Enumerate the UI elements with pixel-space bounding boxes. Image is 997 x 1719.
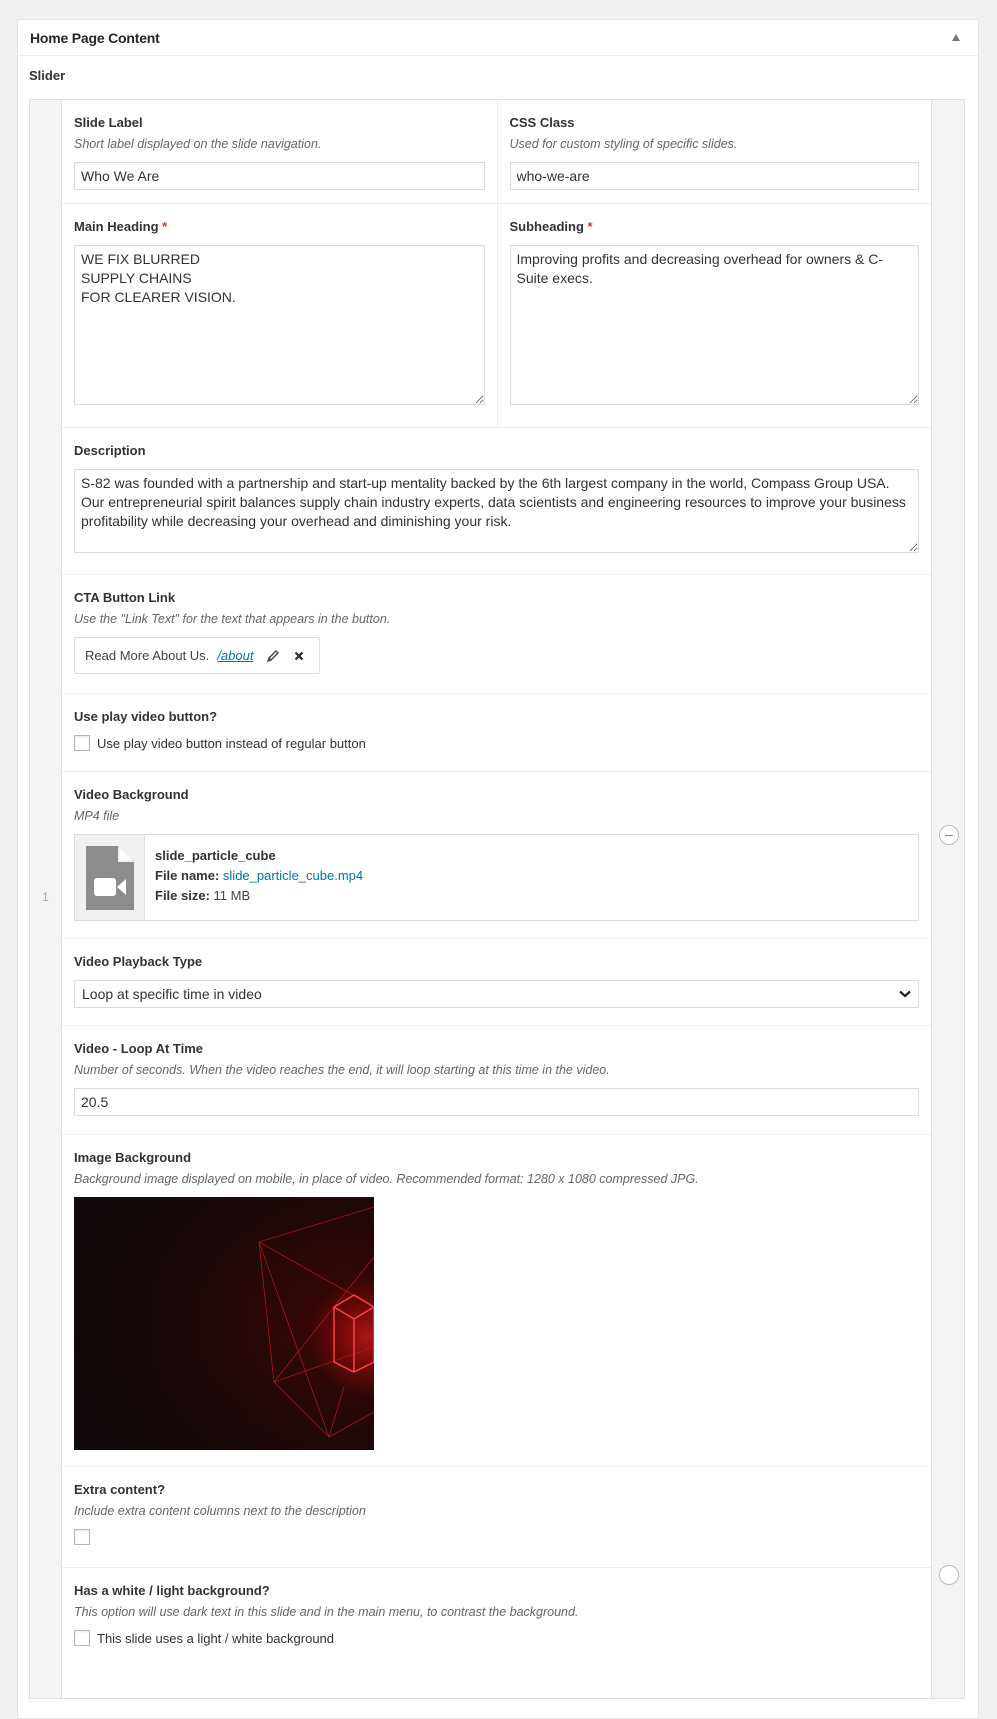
file-icon-container [75,835,145,920]
extra-content-description: Include extra content columns next to th… [74,1504,366,1518]
background-image-preview[interactable] [74,1197,374,1450]
triangle-up-icon [952,34,960,41]
light-background-field: Has a white / light background? This opt… [62,1568,931,1678]
required-mark: * [162,219,168,234]
cta-button-link-field: CTA Button Link Use the "Link Text" for … [62,575,931,694]
close-icon[interactable] [289,646,309,666]
use-play-video-field: Use play video button? Use play video bu… [62,694,931,772]
file-title: slide_particle_cube [155,848,276,863]
video-background-label: Video Background [74,787,189,802]
light-background-label: Has a white / light background? [74,1583,270,1598]
cta-link-url[interactable]: /about [217,648,253,663]
css-class-label: CSS Class [509,115,575,130]
file-name-label: File name: [155,868,220,883]
description-textarea[interactable] [74,469,919,553]
slide-row-fields: Slide Label Short label displayed on the… [62,100,931,1678]
light-background-checkbox-label: This slide uses a light / white backgrou… [97,1630,335,1646]
light-background-description: This option will use dark text in this s… [74,1605,579,1619]
use-play-video-checkbox[interactable] [74,735,90,751]
main-heading-textarea[interactable] [74,245,485,405]
video-loop-at-time-input[interactable] [74,1088,919,1116]
subheading-field: Subheading * [496,204,932,427]
image-background-label: Image Background [74,1150,192,1165]
main-heading-label-text: Main Heading [74,219,159,234]
css-class-input[interactable] [509,162,919,190]
video-file-icon [85,845,134,910]
file-meta: slide_particle_cube File name: slide_par… [145,835,373,920]
extra-content-label: Extra content? [74,1482,166,1497]
video-playback-type-field: Video Playback Type Loop at specific tim… [62,939,931,1026]
minus-icon [945,835,953,836]
description-label: Description [74,443,146,458]
file-size-value: 11 MB [213,888,251,903]
video-loop-at-time-label: Video - Loop At Time [74,1041,204,1056]
subheading-textarea[interactable] [509,245,919,405]
css-class-field: CSS Class Used for custom styling of spe… [496,100,932,203]
slide-label-input[interactable] [74,162,485,190]
row-drag-handle[interactable]: 1 [30,100,62,1698]
selected-option: Loop at specific time in video [82,986,262,1002]
collapse-toggle-button[interactable] [946,28,966,48]
slider-field-label: Slider [29,68,66,83]
subheading-label: Subheading * [510,219,920,235]
metabox-header[interactable]: Home Page Content [18,20,978,56]
add-row-button[interactable] [939,1565,959,1585]
main-heading-label: Main Heading * [74,219,485,235]
slide-label-label: Slide Label [74,115,143,130]
row-order-number: 1 [42,890,49,904]
cta-button-link-description: Use the "Link Text" for the text that ap… [74,612,391,626]
pencil-icon[interactable] [263,646,283,666]
cta-link-display: Read More About Us. /about [74,637,321,674]
image-background-description: Background image displayed on mobile, in… [74,1172,699,1186]
css-class-description: Used for custom styling of specific slid… [509,137,738,151]
use-play-video-label: Use play video button? [74,709,218,724]
slide-label-field: Slide Label Short label displayed on the… [62,100,497,203]
light-background-checkbox[interactable] [74,1630,90,1646]
remove-row-button[interactable] [939,825,959,845]
description-field: Description [62,428,931,575]
row-actions-column [931,100,964,1698]
subheading-label-text: Subheading [509,219,584,234]
slide-label-description: Short label displayed on the slide navig… [74,137,322,151]
required-mark: * [587,219,593,234]
cta-link-text: Read More About Us. [85,648,210,663]
video-loop-at-time-description: Number of seconds. When the video reache… [74,1063,610,1077]
video-background-description: MP4 file [74,809,120,823]
metabox-title: Home Page Content [30,29,160,46]
use-play-video-option[interactable]: Use play video button instead of regular… [74,735,919,751]
chevron-down-icon [899,990,911,998]
image-background-field: Image Background Background image displa… [62,1135,931,1467]
slider-repeater: 1 Slide Label Short label displayed on t… [29,99,965,1699]
video-file-preview[interactable]: slide_particle_cube File name: slide_par… [74,834,919,921]
extra-content-checkbox[interactable] [74,1529,90,1545]
cta-button-link-label: CTA Button Link [74,590,176,605]
label-class-row: Slide Label Short label displayed on the… [62,100,931,204]
video-playback-type-label: Video Playback Type [74,954,203,969]
file-name-link[interactable]: slide_particle_cube.mp4 [223,868,363,883]
heading-row: Main Heading * Subheading * [62,204,931,428]
use-play-video-checkbox-label: Use play video button instead of regular… [97,735,366,751]
video-playback-type-select[interactable]: Loop at specific time in video [74,980,919,1008]
video-background-field: Video Background MP4 file slide_particle… [62,772,931,939]
light-background-option[interactable]: This slide uses a light / white backgrou… [74,1630,919,1646]
extra-content-field: Extra content? Include extra content col… [62,1467,931,1568]
main-heading-field: Main Heading * [62,204,497,427]
video-loop-at-time-field: Video - Loop At Time Number of seconds. … [62,1026,931,1135]
file-size-label: File size: [155,888,210,903]
